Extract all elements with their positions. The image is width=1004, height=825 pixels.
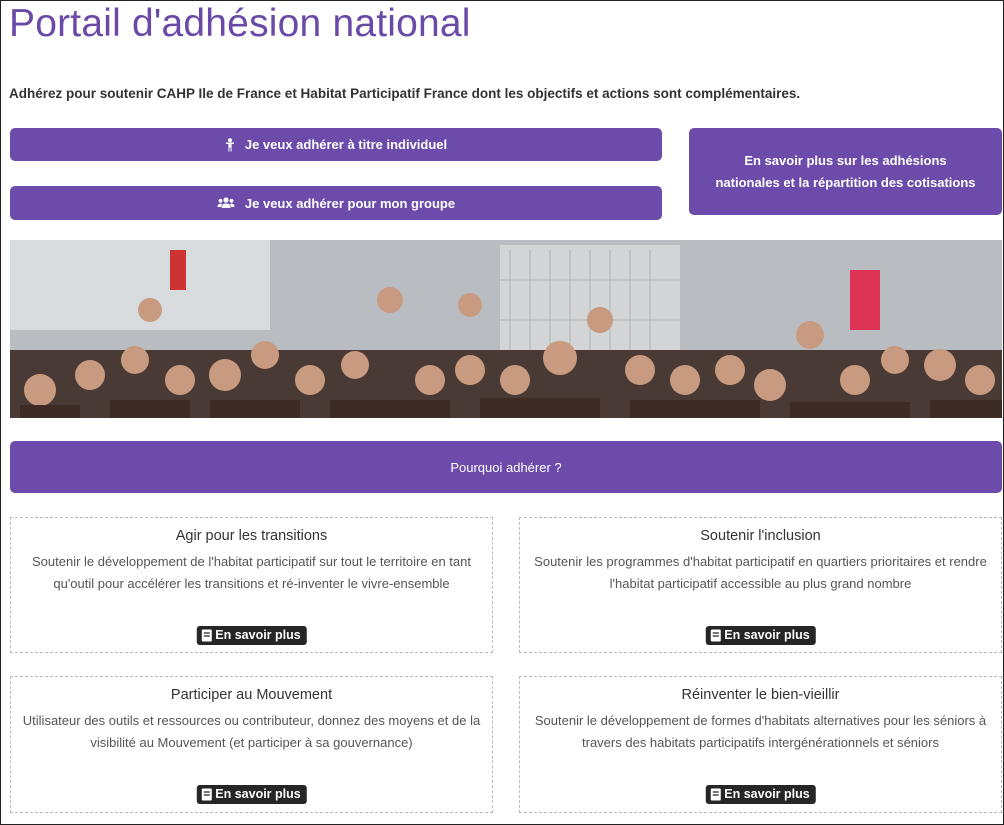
learn-more-button[interactable]: En savoir plus (705, 785, 816, 804)
card-movement: Participer au Mouvement Utilisateur des … (10, 676, 493, 813)
join-group-button[interactable]: Je veux adhérer pour mon groupe (10, 186, 662, 220)
join-individual-button[interactable]: Je veux adhérer à titre individuel (10, 128, 662, 161)
why-join-button[interactable]: Pourquoi adhérer ? (10, 441, 1002, 493)
learn-more-label: En savoir plus (215, 787, 301, 801)
learn-more-label: En savoir plus (215, 628, 301, 642)
card-inclusion: Soutenir l'inclusion Soutenir les progra… (519, 517, 1002, 653)
join-group-label: Je veux adhérer pour mon groupe (244, 195, 456, 211)
book-icon (710, 629, 721, 641)
learn-more-button[interactable]: En savoir plus (196, 785, 307, 804)
learn-more-label: En savoir plus (724, 628, 810, 642)
person-icon (225, 137, 234, 151)
card-text: Soutenir le développement de l'habitat p… (32, 554, 471, 591)
card-title: Participer au Mouvement (170, 687, 333, 703)
card-text: Utilisateur des outils et ressources ou … (22, 713, 481, 750)
page-title: Portail d'adhésion national (9, 2, 471, 45)
card-text: Soutenir le développement de formes d'ha… (534, 713, 987, 750)
card-text: Soutenir les programmes d'habitat partic… (534, 554, 987, 591)
intro-text: Adhérez pour soutenir CAHP Ile de France… (9, 86, 801, 101)
membership-info-button[interactable]: En savoir plus sur les adhésions nationa… (689, 128, 1002, 215)
book-icon (201, 629, 212, 641)
card-aging: Réinventer le bien-vieillir Soutenir le … (519, 676, 1002, 813)
community-photo (10, 240, 1002, 418)
card-title: Soutenir l'inclusion (700, 528, 821, 544)
group-photo-illustration (10, 240, 1002, 418)
learn-more-button[interactable]: En savoir plus (705, 626, 816, 645)
card-transitions: Agir pour les transitions Soutenir le dé… (10, 517, 493, 653)
join-individual-label: Je veux adhérer à titre individuel (244, 137, 448, 152)
card-title: Réinventer le bien-vieillir (681, 687, 840, 703)
learn-more-button[interactable]: En savoir plus (196, 626, 307, 645)
book-icon (201, 788, 212, 800)
card-title: Agir pour les transitions (175, 528, 328, 544)
book-icon (710, 788, 721, 800)
group-icon (217, 197, 235, 208)
learn-more-label: En savoir plus (724, 787, 810, 801)
